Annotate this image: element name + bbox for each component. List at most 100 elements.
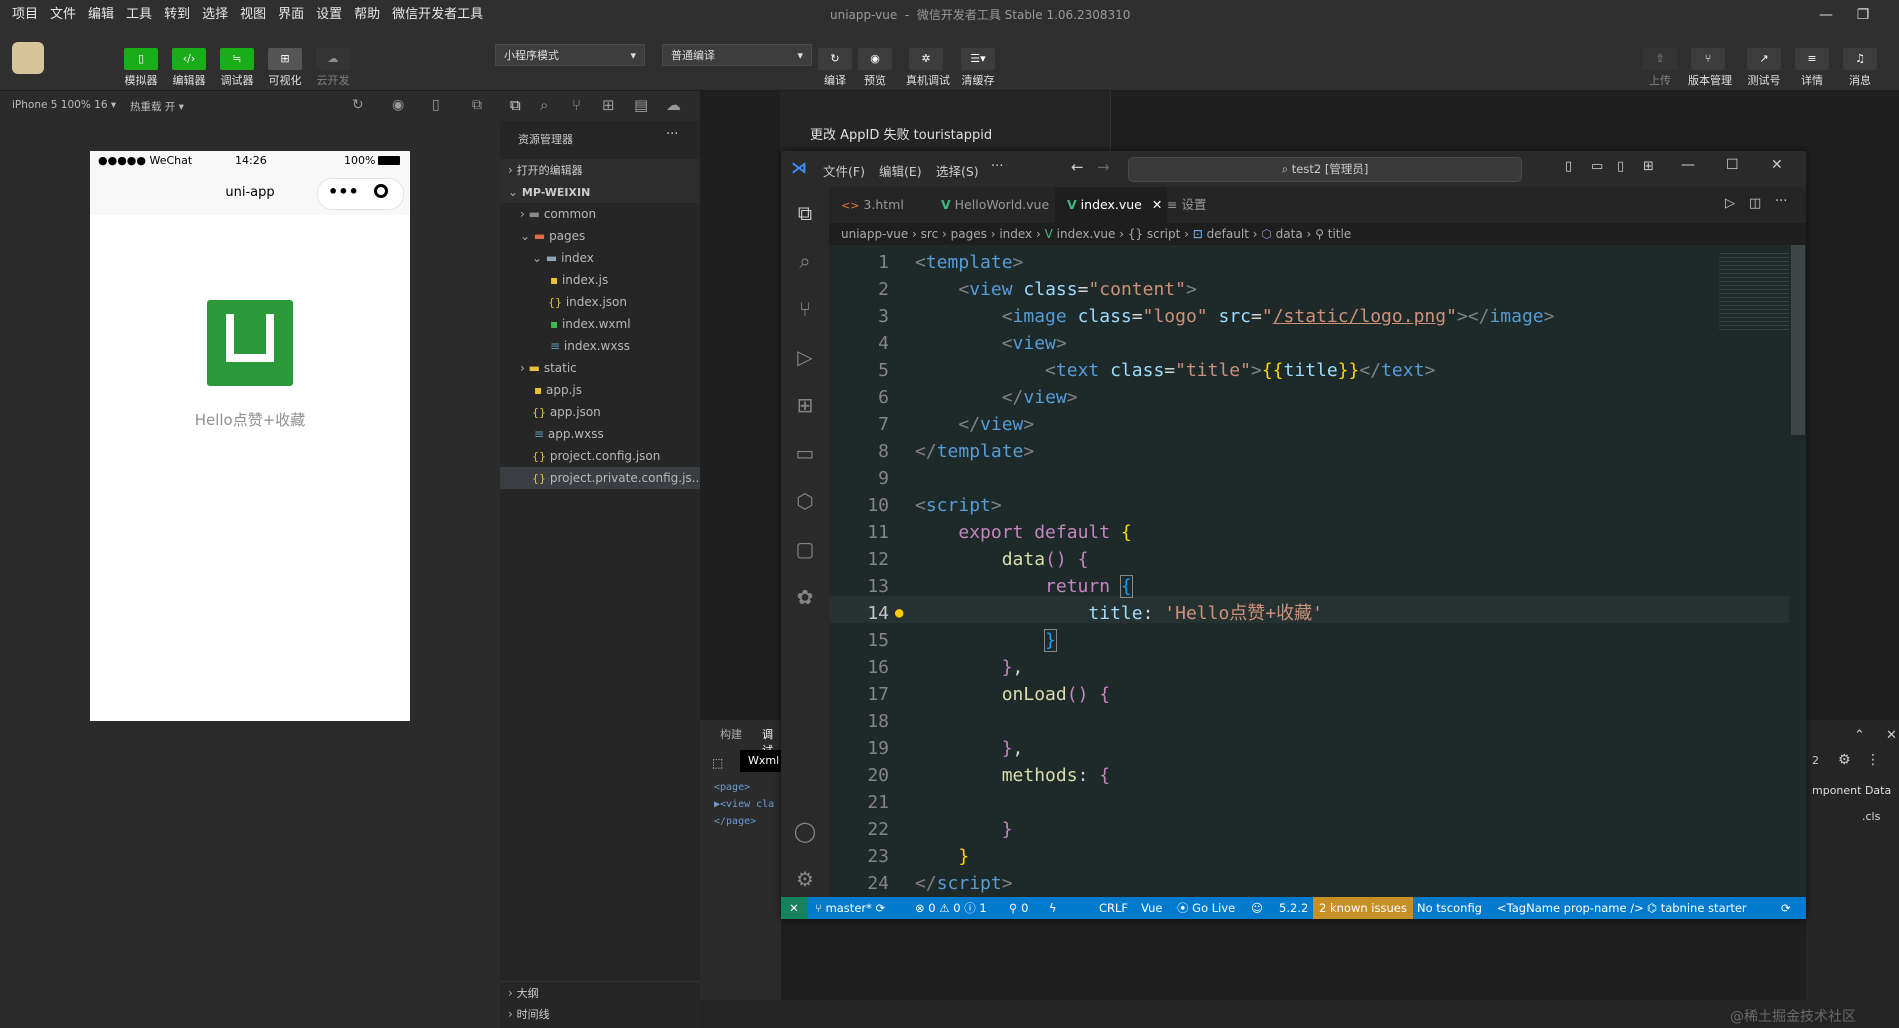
menu-settings[interactable]: 设置 xyxy=(310,0,348,30)
mode-select[interactable]: 小程序模式 ▾ xyxy=(495,44,645,66)
debugger-button[interactable]: ≒ 调试器 xyxy=(217,38,257,87)
device-icon[interactable]: ▯ xyxy=(432,97,440,113)
remote-icon[interactable]: ✕ xyxy=(781,897,807,919)
explorer-more-icon[interactable]: ··· xyxy=(666,127,678,142)
compile-select[interactable]: 普通编译 ▾ xyxy=(662,44,812,66)
vs-minimize-icon[interactable]: — xyxy=(1681,157,1695,173)
breadcrumb-item[interactable]: src xyxy=(921,227,939,241)
command-center-search[interactable]: ⌕ test2 [管理员] xyxy=(1128,157,1522,182)
close-circle-icon[interactable] xyxy=(374,184,388,198)
breadcrumb-item[interactable]: data xyxy=(1276,227,1303,241)
tree-item-project-private-config[interactable]: {} project.private.config.js... xyxy=(500,467,703,489)
vs-maximize-icon[interactable]: ☐ xyxy=(1726,157,1739,173)
tab-build[interactable]: 构建 xyxy=(720,726,742,742)
tsconfig-status[interactable]: No tsconfig xyxy=(1417,897,1482,919)
menu-interface[interactable]: 界面 xyxy=(272,0,310,30)
menu-select[interactable]: 选择 xyxy=(196,0,234,30)
root-folder-section[interactable]: ⌄ MP-WEIXIN xyxy=(500,181,700,203)
account-icon[interactable]: ◯ xyxy=(793,819,817,843)
tree-item-pages[interactable]: ⌄ ▬ pages xyxy=(500,225,700,247)
tree-item-app-json[interactable]: {} app.json xyxy=(500,401,700,423)
preview-button[interactable]: ◉ 预览 xyxy=(855,38,895,87)
run-icon[interactable]: ▷ xyxy=(1725,196,1735,211)
menu-file[interactable]: 文件 xyxy=(44,0,82,30)
toggle-secondary-sidebar-icon[interactable]: ▯ xyxy=(1617,159,1624,174)
back-arrow-icon[interactable]: ← xyxy=(1071,158,1084,176)
customize-layout-icon[interactable]: ⊞ xyxy=(1643,159,1654,174)
tree-item-index-js[interactable]: ▪ index.js xyxy=(500,269,700,291)
version-button[interactable]: ⑂ 版本管理 xyxy=(1688,38,1732,87)
terminal-icon[interactable]: ▤ xyxy=(634,96,648,114)
capsule-button[interactable]: ••• xyxy=(317,178,404,210)
extensions-icon[interactable]: ⊞ xyxy=(793,393,817,417)
vs-menu-more[interactable]: ··· xyxy=(991,159,1003,174)
testing-icon[interactable]: ⬡ xyxy=(793,489,817,513)
cloud-icon[interactable]: ☁ xyxy=(666,96,681,114)
breadcrumb-item[interactable]: {} script xyxy=(1128,227,1181,241)
toggle-sidebar-icon[interactable]: ▯ xyxy=(1565,159,1572,174)
forward-arrow-icon[interactable]: → xyxy=(1097,158,1110,176)
toggle-panel-icon[interactable]: ▭ xyxy=(1591,159,1603,174)
hotreload-toggle[interactable]: 热重载 开 ▾ xyxy=(130,99,184,114)
vs-menu-file[interactable]: 文件(F) xyxy=(823,161,865,180)
vs-menu-edit[interactable]: 编辑(E) xyxy=(879,161,922,180)
eol-status[interactable]: CRLF xyxy=(1099,897,1128,919)
source-control-icon[interactable]: ⑂ xyxy=(793,297,817,321)
test-account-button[interactable]: ↗ 测试号 xyxy=(1744,38,1784,87)
maximize-icon[interactable]: ❐ xyxy=(1845,0,1881,30)
breadcrumb-item[interactable]: title xyxy=(1328,227,1351,241)
avatar[interactable] xyxy=(12,42,44,74)
files-icon[interactable]: ⧉ xyxy=(510,96,521,114)
menu-tools[interactable]: 工具 xyxy=(120,0,158,30)
menu-goto[interactable]: 转到 xyxy=(158,0,196,30)
run-debug-icon[interactable]: ▷ xyxy=(793,345,817,369)
more-icon[interactable]: ••• xyxy=(328,182,359,201)
openai-icon[interactable]: ✿ xyxy=(793,585,817,609)
tree-item-index-json[interactable]: {} index.json xyxy=(500,291,700,313)
outline-section[interactable]: › 大纲 xyxy=(500,981,700,1004)
tree-item-static[interactable]: › ▬ static xyxy=(500,357,700,379)
remote-debug-button[interactable]: ✲ 真机调试 xyxy=(906,38,950,87)
golive-status[interactable]: ⦿ Go Live xyxy=(1177,897,1235,919)
messages-button[interactable]: ♫ 消息 xyxy=(1840,38,1880,87)
search-icon[interactable]: ⌕ xyxy=(540,96,548,114)
breadcrumb-item[interactable]: pages xyxy=(951,227,987,241)
breadcrumb-item[interactable]: index xyxy=(999,227,1032,241)
code-editor[interactable]: 1 <template> 2 <view class="content"> 3 <… xyxy=(829,245,1806,897)
kebab-icon[interactable]: ⋮ xyxy=(1866,752,1880,768)
inspect-icon[interactable]: ⬚ xyxy=(712,756,723,770)
device-select[interactable]: iPhone 5 100% 16 ▾ xyxy=(12,99,116,111)
lightbulb-icon[interactable]: ● xyxy=(895,600,903,627)
chevron-up-icon[interactable]: ⌃ xyxy=(1854,728,1865,743)
timeline-section[interactable]: › 时间线 xyxy=(500,1003,700,1025)
wxml-tab[interactable]: Wxml xyxy=(740,750,781,772)
menu-edit[interactable]: 编辑 xyxy=(82,0,120,30)
vs-menu-selection[interactable]: 选择(S) xyxy=(936,161,979,180)
breadcrumb-item[interactable]: uniapp-vue xyxy=(841,227,908,241)
cloud-button[interactable]: ☁ 云开发 xyxy=(313,38,353,87)
breadcrumb-item[interactable]: index.vue xyxy=(1057,227,1116,241)
problems-status[interactable]: ⊗ 0 ⚠ 0 ⓘ 1 xyxy=(915,897,987,919)
menu-help[interactable]: 帮助 xyxy=(348,0,386,30)
tree-item-common[interactable]: › ▬ common xyxy=(500,203,700,225)
source-control-icon[interactable]: ⑂ xyxy=(572,96,581,114)
manage-gear-icon[interactable]: ⚙ xyxy=(793,867,817,891)
branch-status[interactable]: ⑂ master* ⟳ xyxy=(815,897,885,919)
language-status[interactable]: Vue xyxy=(1141,897,1162,919)
details-button[interactable]: ≡ 详情 xyxy=(1792,38,1832,87)
ports-status[interactable]: ⚲ 0 xyxy=(1009,897,1028,919)
tree-item-app-wxss[interactable]: ≡ app.wxss xyxy=(500,423,700,445)
compile-button[interactable]: ↻ 编译 xyxy=(815,38,855,87)
menu-project[interactable]: 项目 xyxy=(6,0,44,30)
lightning-icon[interactable]: ϟ xyxy=(1049,897,1057,919)
tab-index-vue[interactable]: V index.vue ✕ xyxy=(1055,187,1167,223)
tab-settings[interactable]: ≡ 设置 xyxy=(1155,187,1247,223)
remote-explorer-icon[interactable]: ▭ xyxy=(793,441,817,465)
vs-close-icon[interactable]: ✕ xyxy=(1771,157,1783,173)
notifications-icon[interactable]: ⟳ xyxy=(1781,897,1791,919)
tree-item-index-folder[interactable]: ⌄ ▬ index xyxy=(500,247,700,269)
tab-3-html[interactable]: <> 3.html xyxy=(829,187,941,223)
record-icon[interactable]: ◉ xyxy=(392,97,404,113)
menu-wechat-devtools[interactable]: 微信开发者工具 xyxy=(386,0,489,30)
gear-icon[interactable]: ⚙ xyxy=(1838,752,1851,768)
